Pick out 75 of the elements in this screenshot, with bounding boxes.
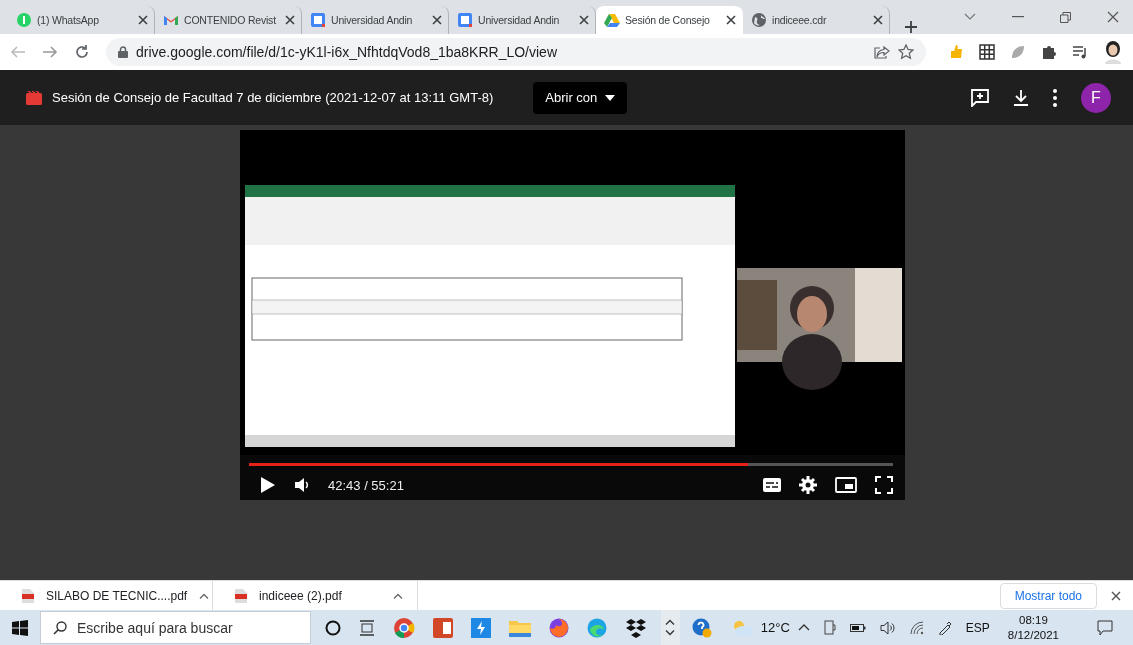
chevron-up-icon[interactable]: [797, 624, 810, 631]
battery-icon[interactable]: [849, 623, 866, 632]
search-icon: [53, 620, 67, 635]
more-icon[interactable]: [1053, 88, 1057, 107]
close-icon[interactable]: [138, 15, 148, 25]
account-avatar[interactable]: F: [1081, 82, 1111, 113]
playback-time: 42:43 / 55:21: [328, 477, 404, 493]
close-icon[interactable]: [873, 15, 883, 25]
add-comment-icon[interactable]: [971, 88, 989, 107]
close-icon[interactable]: [1111, 590, 1121, 601]
miniplayer-icon[interactable]: [835, 477, 857, 493]
lock-icon: [118, 46, 128, 58]
address-bar[interactable]: drive.google.com/file/d/1c-yK1l-i6x_NfhtdqVod8_1ba8KRR_LO/view: [106, 38, 926, 66]
pen-icon[interactable]: [937, 620, 952, 635]
speaker-icon[interactable]: [879, 620, 896, 635]
pdf-icon: [235, 588, 247, 603]
restore-icon[interactable]: [1060, 11, 1071, 23]
open-with-button[interactable]: Abrir con: [533, 81, 628, 114]
puzzle-icon[interactable]: [1041, 44, 1057, 60]
playlist-icon[interactable]: [1072, 44, 1088, 60]
forward-icon[interactable]: [42, 44, 58, 60]
chat-icon: [16, 12, 32, 28]
calendar-icon: [310, 12, 326, 28]
tablet-icon[interactable]: [823, 619, 836, 636]
pdf-icon: [22, 588, 34, 603]
weather-temperature[interactable]: 12°C: [760, 620, 790, 635]
globe-icon: [751, 12, 767, 28]
video-file-icon: [26, 90, 42, 105]
settings-icon[interactable]: [799, 476, 817, 494]
close-icon[interactable]: [432, 15, 442, 25]
search-placeholder: Escribe aquí para buscar: [77, 619, 233, 636]
close-icon[interactable]: [726, 15, 736, 25]
taskbar-clock[interactable]: 08:19 8/12/2021: [1007, 612, 1059, 643]
browser-icon[interactable]: [392, 616, 415, 639]
boxes-icon[interactable]: [624, 617, 647, 638]
lightning-icon[interactable]: [470, 617, 491, 638]
show-all-button[interactable]: Mostrar todo: [999, 582, 1097, 609]
progress-track[interactable]: [249, 463, 893, 466]
chevron-down-icon[interactable]: [665, 630, 676, 636]
fox-globe-icon[interactable]: [548, 617, 569, 638]
circle-icon[interactable]: [324, 619, 341, 636]
star-icon[interactable]: [898, 44, 914, 60]
volume-icon[interactable]: [294, 477, 310, 493]
wifi-icon[interactable]: [909, 620, 924, 635]
calendar-icon: [457, 12, 473, 28]
avatar-icon[interactable]: [1103, 40, 1123, 64]
close-icon[interactable]: [579, 15, 589, 25]
input-language[interactable]: ESP: [965, 620, 990, 635]
chevron-up-icon[interactable]: [393, 592, 403, 599]
triangle-icon: [604, 12, 620, 28]
presentation-icon[interactable]: [432, 617, 453, 638]
thumbs-up-icon[interactable]: [948, 44, 964, 60]
windows-icon[interactable]: [12, 619, 28, 636]
share-icon[interactable]: [874, 45, 890, 59]
chevron-up-icon[interactable]: [665, 619, 676, 625]
file-title: Sesión de Consejo de Facultad 7 de diciembre (2021-12-07 at 13:11 GMT-8): [52, 90, 494, 105]
help-icon[interactable]: [691, 617, 712, 638]
subtitles-icon[interactable]: [763, 478, 781, 492]
task-view-icon[interactable]: [358, 619, 375, 636]
notification-icon[interactable]: [1097, 619, 1113, 636]
caret-icon: [605, 94, 616, 101]
close-icon[interactable]: [1107, 11, 1119, 23]
chevron-down-icon[interactable]: [964, 13, 976, 21]
download-icon[interactable]: [1013, 88, 1029, 107]
play-icon[interactable]: [260, 476, 276, 494]
taskbar-search-field[interactable]: Escribe aquí para buscar: [40, 611, 311, 644]
chevron-up-icon[interactable]: [199, 592, 210, 599]
plus-icon[interactable]: [904, 20, 918, 34]
reload-icon[interactable]: [74, 44, 90, 60]
grid-icon[interactable]: [979, 44, 995, 60]
close-icon[interactable]: [285, 15, 295, 25]
folder-icon[interactable]: [508, 618, 531, 637]
minimize-icon[interactable]: [1012, 16, 1024, 18]
fullscreen-icon[interactable]: [875, 476, 893, 494]
browser-tab[interactable]: Sesión de Consejo: [596, 6, 743, 34]
